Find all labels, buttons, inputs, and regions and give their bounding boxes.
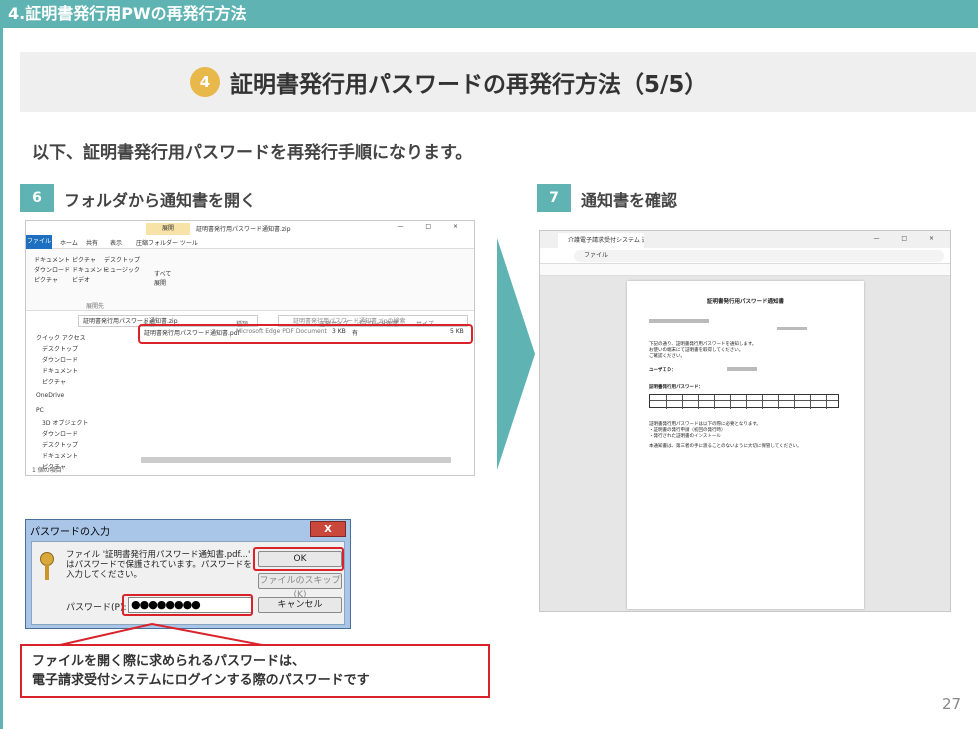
redacted-name — [649, 319, 709, 323]
window-controls[interactable]: — □ × — [873, 235, 944, 242]
callout-line: ファイルを開く際に求められるパスワードは、 — [32, 654, 306, 669]
browser-window: 介護電子請求受付システム 通知書 — □ × ファイル 証明書発行用パスワード通… — [539, 230, 951, 612]
password-label: 証明書発行用パスワード： — [649, 385, 703, 390]
doc-title: 証明書発行用パスワード通知書 — [706, 299, 784, 305]
page-number: 27 — [942, 695, 962, 713]
callout-line: 電子請求受付システムにログインする際のパスワードです — [32, 673, 370, 688]
user-id-label: ユーザＩＤ： — [649, 368, 676, 373]
browser-tab[interactable]: 介護電子請求受付システム 通知書 — [558, 233, 644, 248]
doc-line: ・発行された証明書のインストール — [649, 434, 721, 439]
redacted-date — [777, 327, 807, 330]
callout-box: ファイルを開く際に求められるパスワードは、 電子請求受付システムにログインする際… — [20, 644, 490, 698]
redacted-user-id — [727, 367, 757, 371]
browser-addressbar: ファイル — [540, 248, 950, 264]
pdf-page: 証明書発行用パスワード通知書 下記の通り、証明書発行用パスワードを通知します。 … — [627, 281, 864, 609]
password-table — [649, 394, 839, 409]
pdf-toolbar — [540, 264, 950, 276]
url-input[interactable]: ファイル — [574, 250, 944, 262]
browser-tabbar: 介護電子請求受付システム 通知書 — □ × — [540, 231, 950, 248]
doc-line: 本通知書は、第三者の手に渡ることのないように大切に保管してください。 — [649, 444, 802, 449]
doc-line: ご確認ください。 — [649, 354, 685, 359]
pdf-viewer: 証明書発行用パスワード通知書 下記の通り、証明書発行用パスワードを通知します。 … — [540, 276, 950, 611]
